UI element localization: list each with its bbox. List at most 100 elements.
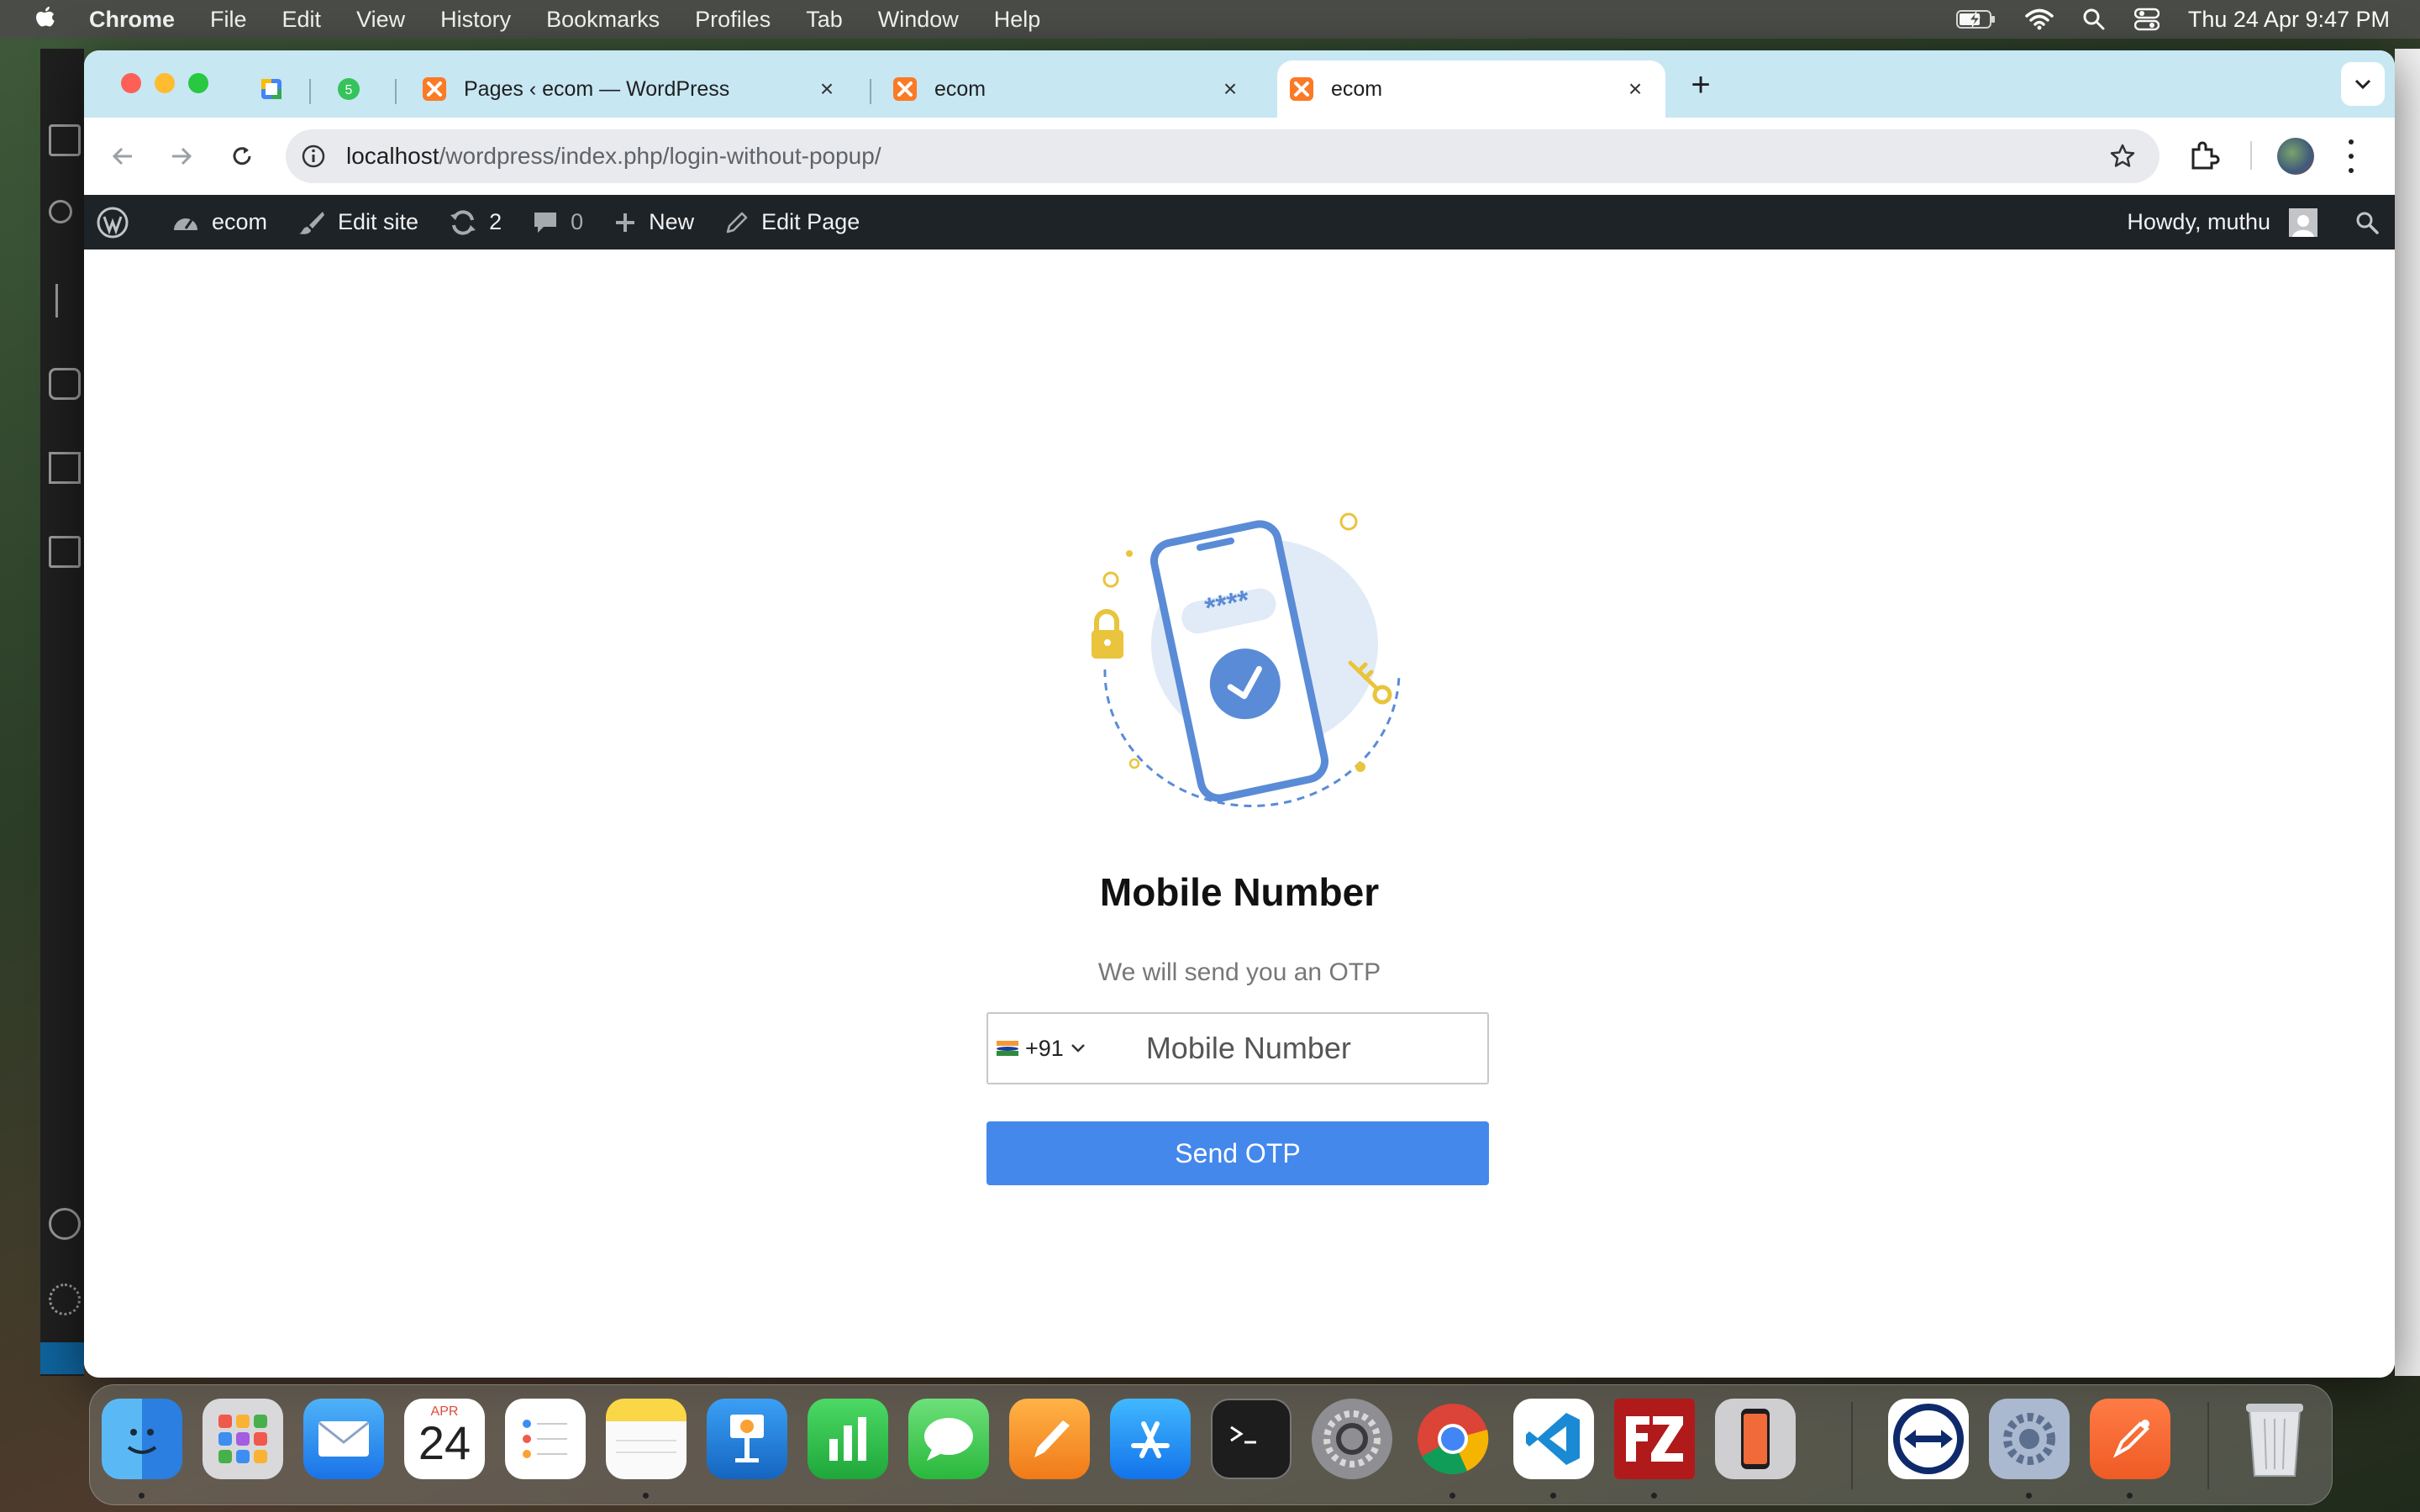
debug-icon xyxy=(49,368,81,400)
close-tab-icon[interactable]: × xyxy=(1218,77,1242,101)
keynote-icon[interactable] xyxy=(707,1399,787,1479)
pages-icon[interactable] xyxy=(1009,1399,1090,1479)
padlock-icon xyxy=(1092,609,1123,659)
toolbar-divider xyxy=(2250,141,2252,170)
reload-icon[interactable] xyxy=(222,136,262,176)
extensions-icon xyxy=(49,452,81,484)
battery-icon[interactable] xyxy=(1955,9,1996,29)
settings-gears-icon[interactable] xyxy=(1989,1399,2070,1479)
system-settings-icon[interactable] xyxy=(1312,1399,1392,1479)
postman-icon[interactable] xyxy=(2090,1399,2170,1479)
tab-separator xyxy=(309,79,311,104)
dashboard-gauge-icon xyxy=(174,218,197,230)
apple-icon[interactable] xyxy=(32,5,57,34)
source-control-icon xyxy=(55,284,66,318)
chevron-down-icon xyxy=(1071,1044,1085,1053)
visual-studio-code-icon[interactable] xyxy=(1513,1399,1594,1479)
send-otp-button[interactable]: Send OTP xyxy=(986,1121,1489,1185)
site-info-icon[interactable] xyxy=(299,142,328,171)
country-code-dropdown[interactable]: +91 xyxy=(997,1036,1086,1062)
wp-site-name-menu[interactable]: ecom xyxy=(171,209,267,235)
simulator-icon[interactable] xyxy=(1715,1399,1796,1479)
whatsapp-favicon: 5 xyxy=(338,78,360,100)
wp-logo-menu[interactable] xyxy=(96,206,141,239)
settings-gear-icon xyxy=(49,1284,81,1315)
url-text[interactable]: localhost/wordpress/index.php/login-with… xyxy=(346,143,881,170)
wp-user-avatar[interactable] xyxy=(2289,207,2317,237)
mail-icon[interactable] xyxy=(303,1399,384,1479)
address-bar[interactable]: localhost/wordpress/index.php/login-with… xyxy=(286,129,2160,183)
wp-howdy-user[interactable]: Howdy, muthu xyxy=(2127,209,2270,235)
back-arrow-icon[interactable] xyxy=(103,136,143,176)
chrome-menu-kebab-icon[interactable] xyxy=(2343,139,2360,173)
trash-icon[interactable] xyxy=(2234,1399,2315,1479)
teamviewer-icon[interactable] xyxy=(1888,1399,1969,1479)
calendar-icon[interactable]: APR 24 xyxy=(404,1399,485,1479)
running-indicator xyxy=(1651,1493,1657,1499)
reminders-icon[interactable] xyxy=(505,1399,586,1479)
finder-icon[interactable] xyxy=(102,1399,182,1479)
forward-arrow-icon[interactable] xyxy=(161,136,202,176)
tab-pinned-whatsapp[interactable]: 5 xyxy=(336,60,387,118)
tab-separator xyxy=(870,79,871,104)
menu-bookmarks[interactable]: Bookmarks xyxy=(546,7,660,33)
wp-search-icon[interactable] xyxy=(2354,210,2380,235)
close-window-button[interactable] xyxy=(121,73,141,93)
menu-bar-clock[interactable]: Thu 24 Apr 9:47 PM xyxy=(2188,7,2390,33)
wifi-icon[interactable] xyxy=(2025,8,2054,30)
wp-updates-link[interactable]: 2 xyxy=(449,208,502,237)
spotlight-search-icon[interactable] xyxy=(2082,8,2106,31)
india-flag-icon xyxy=(997,1041,1018,1056)
tab-ecom[interactable]: ecom × xyxy=(874,60,1260,118)
paintbrush-icon xyxy=(299,211,325,234)
profile-avatar[interactable] xyxy=(2277,138,2314,175)
account-icon xyxy=(49,1208,81,1240)
google-chrome-icon[interactable] xyxy=(1413,1399,1493,1479)
minimize-window-button[interactable] xyxy=(155,73,175,93)
tab-strip: 5 Pages ‹ ecom — WordPress × ecom × ecom… xyxy=(84,50,2395,118)
menu-profiles[interactable]: Profiles xyxy=(695,7,771,33)
tab-ecom-active[interactable]: ecom × xyxy=(1277,60,1665,118)
new-tab-plus-icon[interactable]: + xyxy=(1681,66,1721,106)
messages-icon[interactable] xyxy=(908,1399,989,1479)
remote-explorer-icon xyxy=(49,536,81,568)
terminal-icon[interactable] xyxy=(1211,1399,1292,1479)
tab-pinned-calendar[interactable] xyxy=(259,60,309,118)
menu-edit[interactable]: Edit xyxy=(282,7,322,33)
wp-comments-link[interactable]: 0 xyxy=(532,209,583,236)
wp-edit-site-link[interactable]: Edit site xyxy=(297,208,418,237)
launchpad-icon[interactable] xyxy=(203,1399,283,1479)
menu-file[interactable]: File xyxy=(210,7,247,33)
tab-wordpress-pages[interactable]: Pages ‹ ecom — WordPress × xyxy=(403,60,857,118)
wp-new-label: New xyxy=(649,209,695,234)
menu-window[interactable]: Window xyxy=(878,7,959,33)
bookmark-star-icon[interactable] xyxy=(2109,143,2136,170)
zoom-window-button[interactable] xyxy=(188,73,208,93)
browser-toolbar: localhost/wordpress/index.php/login-with… xyxy=(84,118,2395,195)
extensions-puzzle-icon[interactable] xyxy=(2186,139,2220,177)
wp-comments-count: 0 xyxy=(571,209,584,234)
app-store-icon[interactable] xyxy=(1110,1399,1191,1479)
menu-view[interactable]: View xyxy=(356,7,405,33)
dock-separator xyxy=(2207,1402,2209,1489)
mobile-number-input[interactable] xyxy=(1144,1030,1467,1067)
running-indicator xyxy=(139,1493,145,1499)
wp-new-content-menu[interactable]: New xyxy=(613,209,694,235)
wp-admin-bar: ecom Edit site 2 0 New Edit Page Howdy, … xyxy=(84,195,2395,249)
filezilla-icon[interactable] xyxy=(1614,1399,1695,1479)
close-tab-icon[interactable]: × xyxy=(815,77,839,101)
control-center-icon[interactable] xyxy=(2133,8,2160,31)
close-tab-icon[interactable]: × xyxy=(1623,77,1647,101)
wp-edit-page-link[interactable]: Edit Page xyxy=(724,209,860,235)
notes-icon[interactable] xyxy=(606,1399,687,1479)
menu-app-name[interactable]: Chrome xyxy=(89,7,175,33)
macos-menu-bar: Chrome File Edit View History Bookmarks … xyxy=(0,0,2420,39)
menu-tab[interactable]: Tab xyxy=(806,7,843,33)
tab-search-chevron-icon[interactable] xyxy=(2341,62,2385,106)
numbers-icon[interactable] xyxy=(808,1399,888,1479)
menu-history[interactable]: History xyxy=(440,7,511,33)
menu-help[interactable]: Help xyxy=(994,7,1041,33)
macos-dock: APR 24 xyxy=(89,1384,2333,1505)
page-content: **** Mobile Number We will send you an O… xyxy=(84,249,2395,1378)
explorer-icon xyxy=(49,124,81,156)
